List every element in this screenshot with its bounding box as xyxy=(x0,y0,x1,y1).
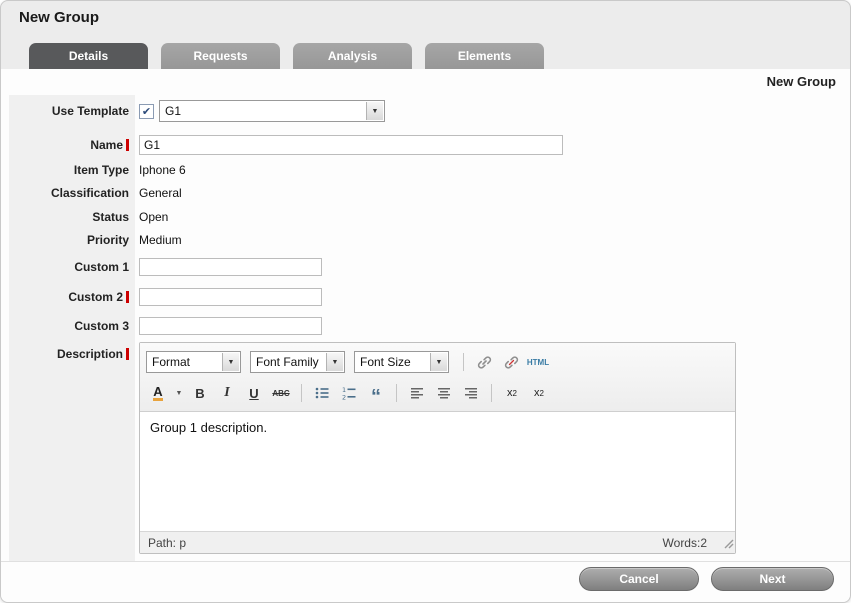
toolbar-separator xyxy=(396,384,397,402)
bullet-list-icon[interactable] xyxy=(310,382,334,404)
required-marker xyxy=(126,291,129,303)
align-center-icon[interactable] xyxy=(432,382,456,404)
row-custom1: Custom 1 xyxy=(1,255,850,279)
resize-handle-icon[interactable] xyxy=(723,538,734,552)
align-left-icon[interactable] xyxy=(405,382,429,404)
font-color-chevron-icon[interactable]: ▼ xyxy=(173,382,185,404)
blockquote-icon[interactable]: “ xyxy=(364,382,388,404)
custom1-label: Custom 1 xyxy=(1,260,129,274)
html-source-icon[interactable]: HTML xyxy=(526,351,550,373)
description-editor: Format ▼ Font Family ▼ Font Size ▼ xyxy=(139,342,736,554)
format-select[interactable]: Format ▼ xyxy=(146,351,241,373)
row-custom2: Custom 2 xyxy=(1,285,850,309)
svg-text:2: 2 xyxy=(342,394,346,402)
underline-icon[interactable]: U xyxy=(242,382,266,404)
item-type-label: Item Type xyxy=(1,163,129,177)
use-template-label: Use Template xyxy=(1,104,129,118)
row-classification: Classification General xyxy=(1,181,850,205)
superscript-icon[interactable]: x2 xyxy=(527,382,551,404)
chevron-down-icon[interactable]: ▼ xyxy=(366,102,383,120)
use-template-selected-value: G1 xyxy=(165,104,181,118)
toolbar-separator xyxy=(463,353,464,371)
custom2-field[interactable] xyxy=(139,288,322,306)
priority-label: Priority xyxy=(1,233,129,247)
toolbar-separator xyxy=(491,384,492,402)
font-size-select[interactable]: Font Size ▼ xyxy=(354,351,449,373)
required-marker xyxy=(126,139,129,151)
font-color-icon[interactable]: A xyxy=(146,382,170,404)
name-field[interactable] xyxy=(139,135,563,155)
bold-icon[interactable]: B xyxy=(188,382,212,404)
row-item-type: Item Type Iphone 6 xyxy=(1,158,850,182)
tab-elements[interactable]: Elements xyxy=(425,43,544,69)
check-icon: ✔ xyxy=(142,105,151,118)
numbered-list-icon[interactable]: 12 xyxy=(337,382,361,404)
description-label: Description xyxy=(1,347,129,361)
editor-statusbar: Path: p Words:2 xyxy=(140,531,735,553)
row-use-template: Use Template ✔ G1 ▼ xyxy=(1,99,850,123)
insert-link-icon[interactable] xyxy=(472,351,496,373)
custom1-field[interactable] xyxy=(139,258,322,276)
chevron-down-icon[interactable]: ▼ xyxy=(326,353,343,371)
strikethrough-icon[interactable]: ABC xyxy=(269,382,293,404)
tab-analysis[interactable]: Analysis xyxy=(293,43,412,69)
use-template-select[interactable]: G1 ▼ xyxy=(159,100,385,122)
new-group-window: New Group Details Requests Analysis Elem… xyxy=(0,0,851,603)
page-title: New Group xyxy=(19,9,99,26)
details-panel: New Group Use Template ✔ G1 ▼ Name xyxy=(1,69,850,602)
align-right-icon[interactable] xyxy=(459,382,483,404)
chevron-down-icon[interactable]: ▼ xyxy=(222,353,239,371)
name-label: Name xyxy=(1,138,129,152)
cancel-button[interactable]: Cancel xyxy=(579,567,699,591)
editor-path: Path: p xyxy=(148,536,186,550)
custom2-label: Custom 2 xyxy=(1,290,129,304)
row-status: Status Open xyxy=(1,205,850,229)
chevron-down-icon[interactable]: ▼ xyxy=(430,353,447,371)
section-title: New Group xyxy=(767,74,836,89)
unlink-icon[interactable] xyxy=(499,351,523,373)
item-type-value: Iphone 6 xyxy=(139,163,186,177)
row-name: Name xyxy=(1,133,850,157)
tab-bar: Details Requests Analysis Elements xyxy=(29,43,544,69)
toolbar-separator xyxy=(301,384,302,402)
required-marker xyxy=(126,348,129,360)
status-value: Open xyxy=(139,210,168,224)
priority-value: Medium xyxy=(139,233,182,247)
row-priority: Priority Medium xyxy=(1,228,850,252)
classification-value: General xyxy=(139,186,182,200)
tab-requests[interactable]: Requests xyxy=(161,43,280,69)
custom3-label: Custom 3 xyxy=(1,319,129,333)
subscript-icon[interactable]: x2 xyxy=(500,382,524,404)
footer-divider xyxy=(1,561,850,562)
status-label: Status xyxy=(1,210,129,224)
use-template-checkbox[interactable]: ✔ xyxy=(139,104,154,119)
next-button[interactable]: Next xyxy=(711,567,834,591)
italic-icon[interactable]: I xyxy=(215,382,239,404)
custom3-field[interactable] xyxy=(139,317,322,335)
font-family-select[interactable]: Font Family ▼ xyxy=(250,351,345,373)
editor-content[interactable]: Group 1 description. xyxy=(140,412,735,531)
editor-word-count: Words:2 xyxy=(663,536,707,550)
tab-details[interactable]: Details xyxy=(29,43,148,69)
classification-label: Classification xyxy=(1,186,129,200)
row-custom3: Custom 3 xyxy=(1,314,850,338)
editor-toolbar: Format ▼ Font Family ▼ Font Size ▼ xyxy=(140,343,735,412)
